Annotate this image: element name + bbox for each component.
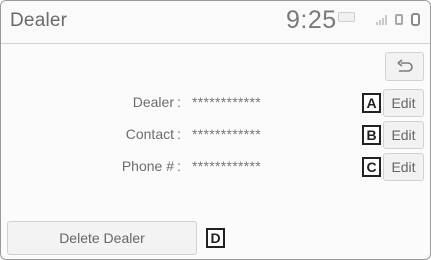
badge-icon: [338, 12, 355, 22]
edit-contact-button[interactable]: Edit: [383, 121, 424, 149]
clock: 9:25: [286, 6, 337, 34]
callout-c: C: [362, 157, 381, 177]
callout-d: D: [206, 228, 225, 248]
callout-a: A: [362, 93, 381, 113]
dealer-settings-screen: Dealer 9:25 Dealer : ************ A Edit…: [0, 0, 431, 260]
contact-value: ************: [192, 126, 261, 142]
battery-icon: [411, 13, 420, 26]
phone-label: Phone #: [121, 158, 174, 174]
dealer-value: ************: [192, 94, 261, 110]
edit-dealer-button[interactable]: Edit: [383, 89, 424, 117]
dealer-colon: :: [177, 94, 181, 110]
contact-label: Contact: [125, 126, 174, 142]
back-button[interactable]: [385, 52, 424, 81]
contact-colon: :: [177, 126, 181, 142]
phone-icon: [395, 14, 403, 25]
back-arrow-icon: [397, 59, 413, 72]
delete-dealer-button[interactable]: Delete Dealer: [7, 221, 197, 255]
screen-title: Dealer: [10, 10, 68, 31]
phone-value: ************: [192, 158, 261, 174]
edit-phone-button[interactable]: Edit: [383, 153, 424, 181]
title-bar: Dealer 9:25: [1, 1, 430, 44]
callout-b: B: [362, 125, 381, 145]
dealer-label: Dealer: [132, 94, 174, 110]
phone-colon: :: [177, 158, 181, 174]
signal-icon: [376, 15, 388, 25]
